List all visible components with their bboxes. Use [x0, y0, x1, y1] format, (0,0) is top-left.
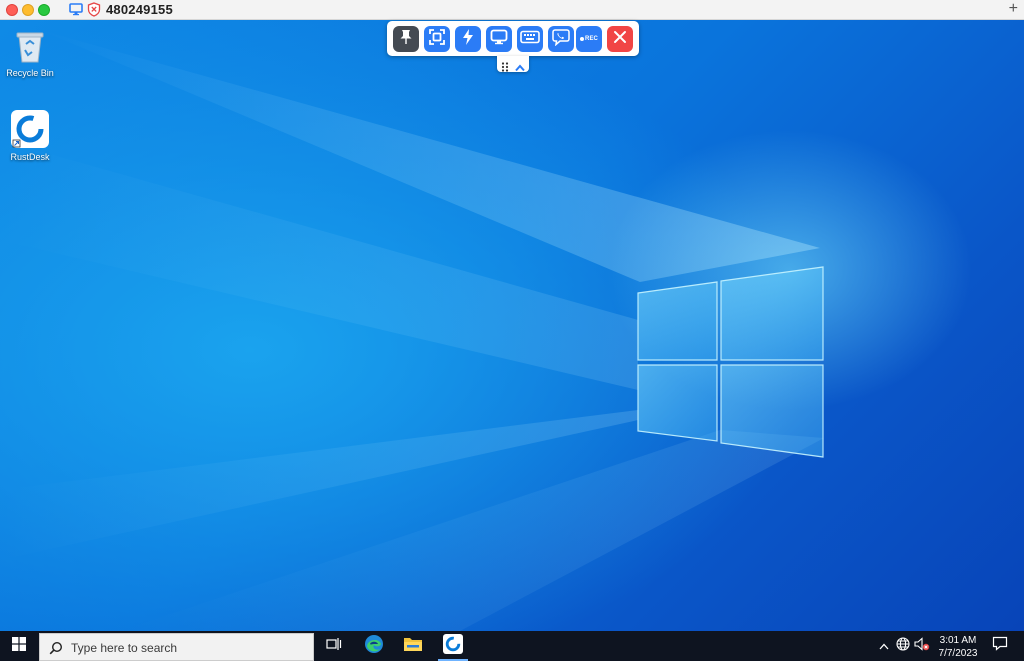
desktop-icon-label: Recycle Bin [6, 68, 54, 78]
remote-control-toolbar: REC [387, 21, 639, 56]
actions-button[interactable] [455, 26, 481, 52]
windows-taskbar: Type here to search 3:01 AM 7/7/2023 [0, 631, 1024, 661]
desktop-icon-rustdesk[interactable]: RustDesk [0, 110, 60, 162]
notification-icon [992, 636, 1008, 656]
keyboard-button[interactable] [517, 26, 543, 52]
close-icon [613, 30, 627, 49]
shield-x-icon[interactable] [87, 2, 101, 22]
file-explorer-icon [403, 636, 423, 657]
chevron-up-icon[interactable] [515, 59, 525, 77]
task-view-button[interactable] [315, 631, 353, 661]
volume-muted-icon [914, 636, 930, 656]
clock-time: 3:01 AM [939, 635, 977, 646]
search-placeholder: Type here to search [71, 641, 178, 655]
window-title: 480249155 [106, 2, 173, 17]
rustdesk-icon [11, 110, 49, 150]
drag-handle-icon[interactable] [501, 59, 509, 77]
lightning-icon [462, 28, 474, 51]
pin-icon [399, 29, 413, 50]
action-center-button[interactable] [988, 631, 1012, 661]
toolbar-handle[interactable] [497, 56, 529, 72]
keyboard-icon [520, 30, 540, 49]
display-settings-button[interactable] [486, 26, 512, 52]
record-label: REC [585, 36, 598, 42]
rustdesk-icon [443, 633, 463, 659]
record-icon: REC [580, 36, 598, 42]
chat-button[interactable] [548, 26, 574, 52]
taskbar-search-input[interactable]: Type here to search [39, 633, 314, 661]
remote-desktop[interactable]: Recycle Bin RustDesk [0, 20, 1024, 631]
start-button[interactable] [0, 631, 38, 661]
record-button[interactable]: REC [576, 26, 602, 52]
pin-toolbar-button[interactable] [393, 26, 419, 52]
recycle-bin-icon [13, 32, 47, 66]
close-session-button[interactable] [607, 26, 633, 52]
volume-button[interactable] [913, 631, 931, 661]
clock-date: 7/7/2023 [938, 648, 978, 659]
edge-icon [364, 634, 384, 659]
show-hidden-icons-button[interactable] [876, 631, 892, 661]
fullscreen-icon [428, 28, 446, 51]
taskbar-edge[interactable] [355, 631, 393, 661]
desktop-icon-recycle-bin[interactable]: Recycle Bin [0, 28, 60, 78]
wallpaper [0, 30, 824, 631]
search-icon [49, 641, 63, 660]
fullscreen-button[interactable] [424, 26, 450, 52]
window-close-button[interactable] [6, 4, 18, 16]
windows-logo-icon [12, 636, 26, 656]
task-view-icon [326, 637, 342, 656]
taskbar-clock[interactable]: 3:01 AM 7/7/2023 [931, 634, 985, 660]
taskbar-rustdesk[interactable] [434, 631, 472, 661]
chat-icon [552, 28, 570, 51]
network-button[interactable] [895, 631, 911, 661]
network-icon [896, 636, 910, 656]
chevron-up-icon [879, 637, 889, 655]
window-maximize-button[interactable] [38, 4, 50, 16]
taskbar-file-explorer[interactable] [394, 631, 432, 661]
window-titlebar: 480249155 + [0, 0, 1024, 20]
window-minimize-button[interactable] [22, 4, 34, 16]
plus-icon[interactable]: + [1009, 0, 1018, 18]
desktop-icon-label: RustDesk [10, 152, 50, 162]
monitor-icon [69, 2, 83, 21]
display-icon [490, 29, 508, 50]
rustdesk-remote-window: 480249155 + Recycle Bin RustDesk REC Typ… [0, 0, 1024, 661]
